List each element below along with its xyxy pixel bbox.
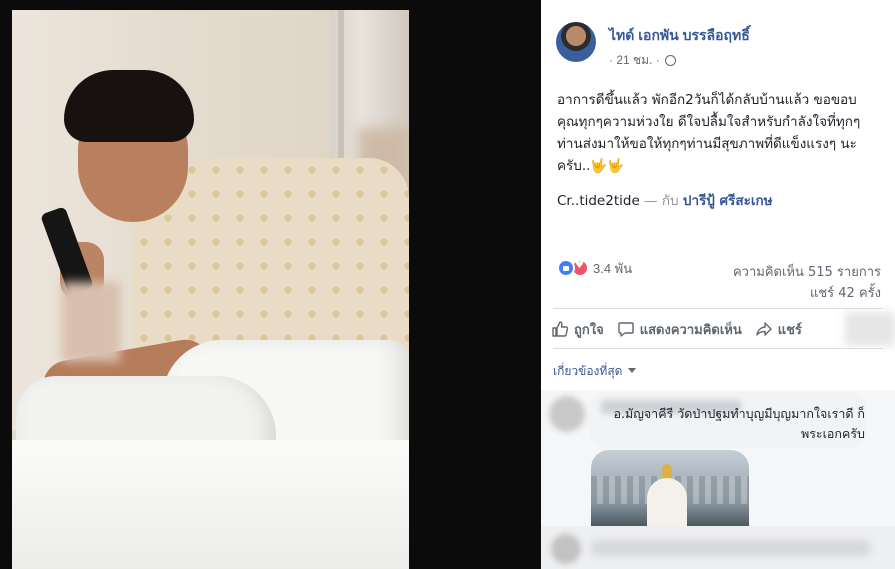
comment-button[interactable]: แสดงความคิดเห็น [617, 319, 742, 340]
commenter-avatar[interactable] [549, 396, 585, 432]
commenter-avatar[interactable] [551, 534, 581, 564]
comment-item [541, 526, 895, 569]
globe-icon[interactable] [665, 55, 677, 66]
post-time[interactable]: 21 ชม. [616, 53, 652, 67]
post-panel: ไทด์ เอกพัน บรรลือฤทธิ์ · 21 ชม. · อาการ… [541, 0, 895, 569]
thumbs-up-icon [552, 321, 569, 337]
comment-text: อ.มัญจาคีรี วัดป่าปฐมทำบุญมีบุญมากใจเราด… [613, 406, 865, 441]
photo-blurred-region-left [62, 282, 120, 362]
divider [553, 348, 883, 349]
comment-count-link[interactable]: ความคิดเห็น 515 รายการ [733, 261, 881, 282]
action-bar: ถูกใจ แสดงความคิดเห็น แชร์ [551, 312, 815, 346]
post-meta-separator: · [655, 53, 660, 67]
like-button-label: ถูกใจ [574, 322, 604, 338]
share-arrow-icon [756, 322, 772, 336]
reaction-count: 3.4 พัน [593, 260, 633, 276]
share-button-label: แชร์ [777, 322, 802, 338]
comment-sort-label: เกี่ยวข้องที่สุด [553, 364, 623, 378]
post-credit: Cr..tide2tide [557, 193, 640, 209]
post-credit-line: Cr..tide2tide — กับ ปารีปู้ ศรีสะเกษ [557, 189, 773, 211]
comment-button-label: แสดงความคิดเห็น [639, 322, 742, 338]
tagged-person-link[interactable]: ปารีปู้ ศรีสะเกษ [683, 193, 773, 209]
author-avatar[interactable] [556, 22, 596, 62]
share-button[interactable]: แชร์ [755, 319, 802, 340]
post-meta: · 21 ชม. · [609, 51, 677, 70]
photo-viewer [0, 0, 541, 569]
caret-down-icon [628, 368, 637, 373]
reactions-summary[interactable]: 3.4 พัน [557, 258, 632, 278]
divider [553, 308, 883, 309]
photo-hair [64, 70, 194, 142]
like-reaction-icon [557, 259, 575, 277]
with-label: — กับ [644, 193, 679, 209]
share-count-link[interactable]: แชร์ 42 ครั้ง [810, 282, 881, 303]
comment-sort-dropdown[interactable]: เกี่ยวข้องที่สุด [553, 362, 637, 381]
author-name[interactable]: ไทด์ เอกพัน บรรลือฤทธิ์ [609, 25, 750, 47]
speech-bubble-icon [618, 322, 634, 337]
like-button[interactable]: ถูกใจ [551, 319, 604, 340]
comment-text-blurred [591, 540, 871, 556]
post-body: อาการดีขึ้นแล้ว พักอีก2วันก็ได้กลับบ้านแ… [557, 92, 861, 174]
post-photo[interactable] [12, 10, 409, 569]
post-separator: · [609, 53, 613, 67]
photo-person-head [64, 70, 194, 222]
blurred-region [845, 312, 895, 346]
photo-bed [12, 440, 409, 569]
